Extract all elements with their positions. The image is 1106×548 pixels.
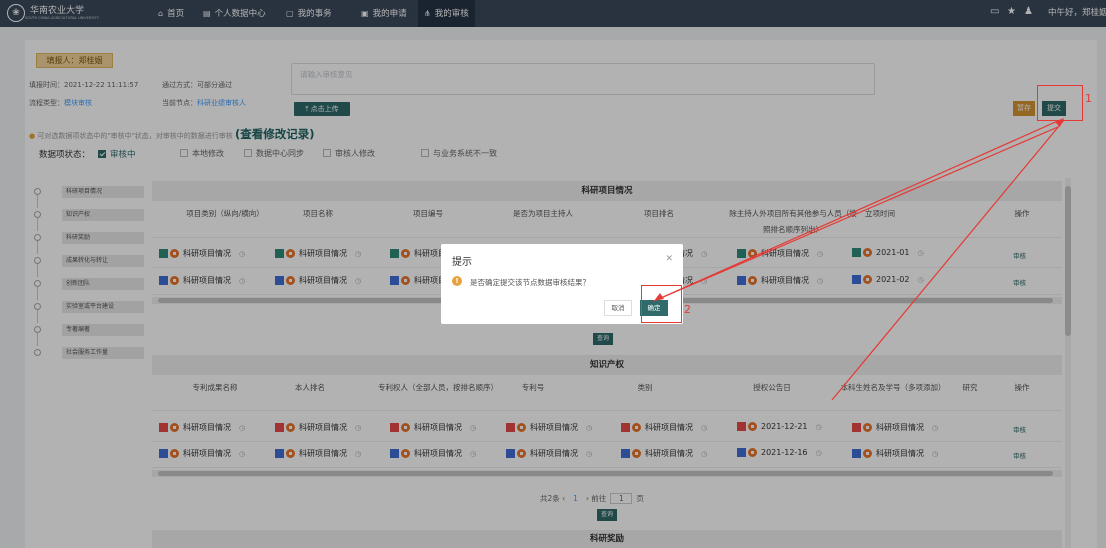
arrow-head — [654, 293, 664, 301]
annotation-arrows — [653, 118, 1065, 401]
annotation-arrow — [653, 126, 1059, 302]
annotation-arrow — [653, 119, 1061, 302]
annotation-arrow — [831, 119, 1065, 401]
